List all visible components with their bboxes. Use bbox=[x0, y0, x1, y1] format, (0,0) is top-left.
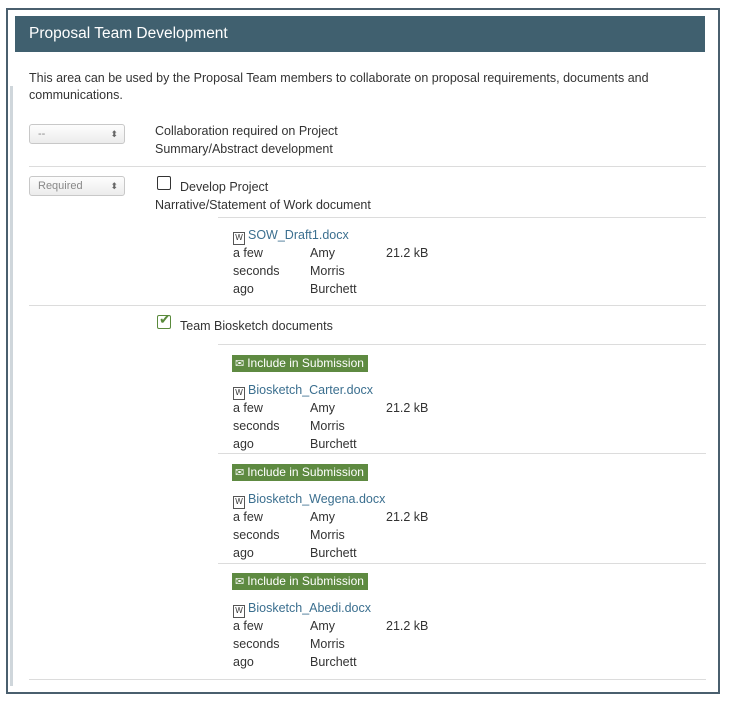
file-time: a few seconds ago bbox=[233, 508, 280, 562]
time-line: ago bbox=[233, 437, 254, 451]
file-size: 21.2 kB bbox=[386, 510, 429, 524]
intro-text: This area can be used by the Proposal Te… bbox=[29, 71, 649, 102]
divider bbox=[218, 344, 706, 345]
user-line: Burchett bbox=[310, 437, 357, 451]
requirement-line: Collaboration required on Project bbox=[155, 124, 338, 138]
select-arrows-icon: ⬍ bbox=[110, 181, 118, 191]
panel-left-rail bbox=[10, 86, 13, 686]
divider bbox=[218, 563, 706, 564]
user-line: Morris bbox=[310, 419, 345, 433]
requirement-line: Narrative/Statement of Work document bbox=[155, 198, 371, 212]
time-line: seconds bbox=[233, 528, 280, 542]
envelope-icon: ✉ bbox=[235, 576, 245, 588]
time-line: a few bbox=[233, 619, 263, 633]
file-name: Biosketch_Abedi.docx bbox=[248, 601, 371, 615]
file-size: 21.2 kB bbox=[386, 401, 429, 415]
user-line: Amy bbox=[310, 246, 335, 260]
divider bbox=[29, 679, 706, 680]
panel-frame bbox=[6, 8, 720, 694]
divider bbox=[29, 166, 706, 167]
file-time: a few seconds ago bbox=[233, 399, 280, 453]
file-name: Biosketch_Wegena.docx bbox=[248, 492, 386, 506]
file-user: Amy Morris Burchett bbox=[310, 508, 357, 562]
file-link[interactable]: W SOW_Draft1.docx bbox=[233, 227, 349, 245]
panel-title: Proposal Team Development bbox=[15, 16, 705, 52]
requirement-status-select[interactable]: -- ⬍ bbox=[29, 124, 125, 144]
file-size: 21.2 kB bbox=[386, 246, 429, 260]
divider bbox=[218, 453, 706, 454]
requirement-line: Team Biosketch documents bbox=[180, 319, 333, 333]
file-user: Amy Morris Burchett bbox=[310, 617, 357, 671]
user-line: Burchett bbox=[310, 655, 357, 669]
file-link[interactable]: W Biosketch_Wegena.docx bbox=[233, 491, 385, 509]
user-line: Amy bbox=[310, 510, 335, 524]
badge-label: Include in Submission bbox=[247, 356, 364, 370]
divider bbox=[218, 217, 706, 218]
file-name: SOW_Draft1.docx bbox=[248, 228, 349, 242]
time-line: seconds bbox=[233, 419, 280, 433]
time-line: a few bbox=[233, 510, 263, 524]
badge-label: Include in Submission bbox=[247, 574, 364, 588]
user-line: Amy bbox=[310, 619, 335, 633]
file-name: Biosketch_Carter.docx bbox=[248, 383, 374, 397]
envelope-icon: ✉ bbox=[235, 467, 245, 479]
requirement-status-select[interactable]: Required ⬍ bbox=[29, 176, 125, 196]
user-line: Amy bbox=[310, 401, 335, 415]
file-size: 21.2 kB bbox=[386, 619, 429, 633]
file-user: Amy Morris Burchett bbox=[310, 244, 357, 298]
time-line: seconds bbox=[233, 637, 280, 651]
file-time: a few seconds ago bbox=[233, 617, 280, 671]
user-line: Morris bbox=[310, 637, 345, 651]
divider bbox=[29, 305, 706, 306]
time-line: ago bbox=[233, 546, 254, 560]
file-user: Amy Morris Burchett bbox=[310, 399, 357, 453]
file-link[interactable]: W Biosketch_Carter.docx bbox=[233, 382, 373, 400]
checkbox-icon[interactable] bbox=[157, 176, 171, 190]
time-line: a few bbox=[233, 246, 263, 260]
envelope-icon: ✉ bbox=[235, 358, 245, 370]
select-value: Required bbox=[38, 180, 83, 192]
time-line: a few bbox=[233, 401, 263, 415]
time-line: seconds bbox=[233, 264, 280, 278]
badge-label: Include in Submission bbox=[247, 465, 364, 479]
user-line: Morris bbox=[310, 528, 345, 542]
select-value: -- bbox=[38, 128, 46, 140]
include-in-submission-badge[interactable]: ✉ Include in Submission bbox=[232, 573, 368, 590]
requirement-text: Collaboration required on Project Summar… bbox=[155, 122, 338, 158]
time-line: ago bbox=[233, 282, 254, 296]
requirement-line: Summary/Abstract development bbox=[155, 142, 333, 156]
file-time: a few seconds ago bbox=[233, 244, 280, 298]
select-arrows-icon: ⬍ bbox=[110, 129, 118, 139]
user-line: Burchett bbox=[310, 282, 357, 296]
time-line: ago bbox=[233, 655, 254, 669]
include-in-submission-badge[interactable]: ✉ Include in Submission bbox=[232, 355, 368, 372]
user-line: Morris bbox=[310, 264, 345, 278]
include-in-submission-badge[interactable]: ✉ Include in Submission bbox=[232, 464, 368, 481]
requirement-line: Develop Project bbox=[180, 180, 269, 194]
checkbox-icon[interactable] bbox=[157, 311, 171, 329]
user-line: Burchett bbox=[310, 546, 357, 560]
file-link[interactable]: W Biosketch_Abedi.docx bbox=[233, 600, 371, 618]
